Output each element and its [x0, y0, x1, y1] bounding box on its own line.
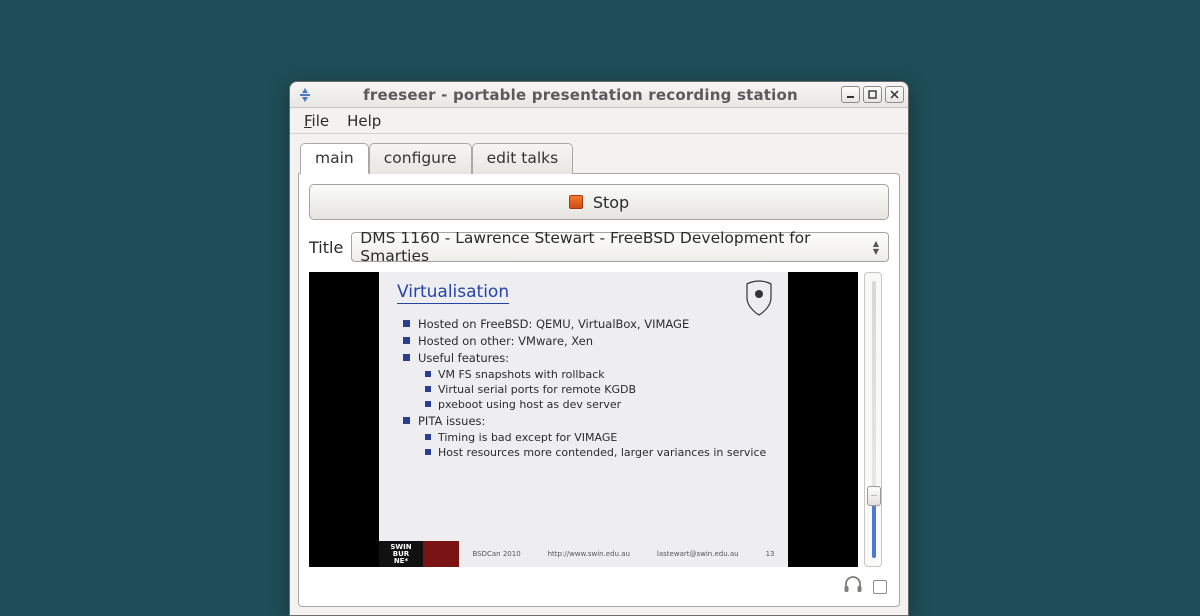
- titlebar: freeseer - portable presentation recordi…: [290, 82, 908, 108]
- slider-thumb[interactable]: [867, 486, 881, 506]
- stop-button[interactable]: Stop: [309, 184, 889, 220]
- app-window: freeseer - portable presentation recordi…: [289, 81, 909, 616]
- footer-url: http://www.swin.edu.au: [548, 550, 630, 558]
- footer-email: lastewart@swin.edu.au: [657, 550, 739, 558]
- menu-help[interactable]: Help: [339, 110, 389, 132]
- minimize-button[interactable]: [841, 86, 860, 103]
- close-button[interactable]: [885, 86, 904, 103]
- title-select[interactable]: DMS 1160 - Lawrence Stewart - FreeBSD De…: [351, 232, 889, 262]
- sub-bullet: VM FS snapshots with rollback: [425, 368, 770, 381]
- stop-icon: [569, 195, 583, 209]
- title-value: DMS 1160 - Lawrence Stewart - FreeBSD De…: [360, 229, 880, 265]
- title-label: Title: [309, 238, 343, 257]
- footer-page: 13: [766, 550, 775, 558]
- window-title: freeseer - portable presentation recordi…: [320, 86, 841, 104]
- headphones-icon: [843, 575, 863, 598]
- bullet: PITA issues:: [403, 414, 770, 428]
- tab-configure[interactable]: configure: [369, 143, 472, 174]
- red-block: [423, 541, 459, 567]
- main-panel: Stop Title DMS 1160 - Lawrence Stewart -…: [298, 173, 900, 607]
- sub-bullet: pxeboot using host as dev server: [425, 398, 770, 411]
- tab-edit-talks[interactable]: edit talks: [472, 143, 574, 174]
- volume-slider[interactable]: [864, 272, 882, 567]
- sub-bullet: Virtual serial ports for remote KGDB: [425, 383, 770, 396]
- bullet: Hosted on FreeBSD: QEMU, VirtualBox, VIM…: [403, 317, 770, 331]
- slide-heading: Virtualisation: [397, 282, 509, 304]
- bullet: Hosted on other: VMware, Xen: [403, 334, 770, 348]
- sub-bullet: Host resources more contended, larger va…: [425, 446, 770, 459]
- video-preview: Virtualisation Hosted on FreeBSD: QEMU, …: [309, 272, 858, 567]
- tab-main[interactable]: main: [300, 143, 369, 174]
- menu-file[interactable]: File: [296, 110, 337, 132]
- bullet: Useful features:: [403, 351, 770, 365]
- stop-label: Stop: [593, 193, 629, 212]
- slide-content: Virtualisation Hosted on FreeBSD: QEMU, …: [379, 272, 788, 567]
- app-icon: [296, 86, 314, 104]
- crest-icon: [744, 280, 774, 316]
- sub-bullet: Timing is bad except for VIMAGE: [425, 431, 770, 444]
- menubar: File Help: [290, 108, 908, 134]
- tab-bar: main configure edit talks: [290, 134, 908, 173]
- slider-fill: [872, 498, 876, 558]
- swinburne-logo: SWINBURNE*: [379, 541, 423, 567]
- spinner-icon: ▲▼: [868, 236, 884, 260]
- maximize-button[interactable]: [863, 86, 882, 103]
- slide-footer: SWINBURNE* BSDCan 2010 http://www.swin.e…: [379, 541, 788, 567]
- footer-conf: BSDCan 2010: [472, 550, 520, 558]
- monitor-checkbox[interactable]: [873, 580, 887, 594]
